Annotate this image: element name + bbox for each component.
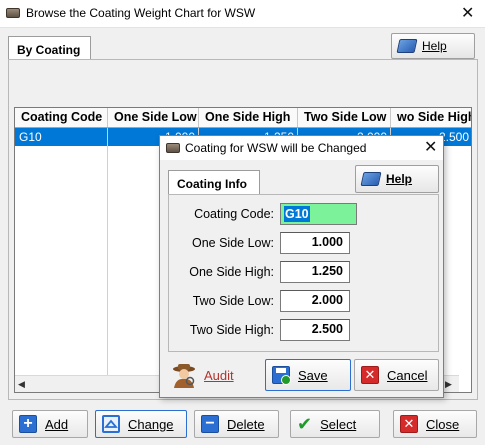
save-icon bbox=[272, 366, 291, 385]
scroll-right-icon[interactable]: ▶ bbox=[445, 379, 452, 390]
dialog-title-bar: Coating for WSW will be Changed ✕ bbox=[160, 136, 443, 160]
audit-button[interactable]: Audit bbox=[170, 360, 260, 390]
main-title-bar: Browse the Coating Weight Chart for WSW … bbox=[0, 0, 485, 28]
help-button[interactable]: Help bbox=[391, 33, 475, 59]
help-label: Help bbox=[422, 39, 447, 53]
add-label: Add bbox=[45, 416, 69, 432]
column-header[interactable]: One Side Low bbox=[108, 108, 199, 127]
checkmark-icon: ✔ bbox=[297, 414, 313, 434]
coating-dialog: Coating for WSW will be Changed ✕ Coatin… bbox=[159, 135, 444, 398]
delete-label: Delete bbox=[227, 416, 265, 432]
tab-coating-info[interactable]: Coating Info bbox=[168, 170, 260, 195]
select-label: Select bbox=[320, 416, 357, 432]
minus-icon: − bbox=[201, 415, 219, 433]
detective-icon bbox=[173, 364, 195, 388]
audit-label: Audit bbox=[204, 367, 234, 383]
save-button[interactable]: Save bbox=[265, 359, 351, 391]
scroll-left-icon[interactable]: ◀ bbox=[18, 379, 25, 390]
select-button[interactable]: ✔ Select bbox=[290, 410, 380, 438]
change-label: Change bbox=[128, 416, 174, 432]
one-side-high-field[interactable]: 1.250 bbox=[280, 261, 350, 283]
one-side-low-label: One Side Low: bbox=[192, 236, 274, 250]
tab-by-coating[interactable]: By Coating bbox=[8, 36, 91, 60]
app-icon bbox=[6, 8, 20, 18]
column-header[interactable]: wo Side High bbox=[391, 108, 471, 127]
column-header[interactable]: One Side High bbox=[199, 108, 298, 127]
grid-header: Coating Code One Side Low One Side High … bbox=[15, 108, 471, 128]
help-label: Help bbox=[386, 172, 413, 186]
add-button[interactable]: + Add bbox=[12, 410, 88, 438]
coating-code-value: G10 bbox=[284, 206, 310, 222]
column-header[interactable]: Two Side Low bbox=[298, 108, 391, 127]
plus-icon: + bbox=[19, 415, 37, 433]
cancel-button[interactable]: ✕ Cancel bbox=[354, 359, 439, 391]
coating-code-field[interactable]: G10 bbox=[280, 203, 357, 225]
one-side-low-field[interactable]: 1.000 bbox=[280, 232, 350, 254]
two-side-high-field[interactable]: 2.500 bbox=[280, 319, 350, 341]
x-icon: ✕ bbox=[400, 415, 418, 433]
close-label: Close bbox=[426, 416, 460, 432]
x-icon: ✕ bbox=[361, 366, 379, 384]
table-cell: G10 bbox=[19, 130, 42, 144]
two-side-high-label: Two Side High: bbox=[189, 323, 274, 337]
delete-button[interactable]: − Delete bbox=[194, 410, 279, 438]
triangle-up-icon bbox=[102, 415, 120, 433]
close-button[interactable]: ✕ Close bbox=[393, 410, 477, 438]
window-title: Browse the Coating Weight Chart for WSW bbox=[26, 6, 256, 20]
dialog-close-button[interactable]: ✕ bbox=[424, 140, 437, 156]
dialog-help-button[interactable]: Help bbox=[355, 165, 439, 193]
change-button[interactable]: Change bbox=[95, 410, 187, 438]
coating-code-label: Coating Code: bbox=[194, 207, 274, 221]
column-header[interactable]: Coating Code bbox=[15, 108, 108, 127]
help-book-icon bbox=[360, 172, 382, 186]
two-side-low-field[interactable]: 2.000 bbox=[280, 290, 350, 312]
one-side-high-label: One Side High: bbox=[189, 265, 274, 279]
app-icon bbox=[166, 143, 180, 153]
help-book-icon bbox=[396, 39, 418, 53]
column-divider bbox=[107, 128, 108, 375]
cancel-label: Cancel bbox=[387, 367, 428, 383]
dialog-title: Coating for WSW will be Changed bbox=[185, 141, 367, 155]
save-label: Save bbox=[298, 367, 328, 383]
two-side-low-label: Two Side Low: bbox=[192, 294, 274, 308]
window-close-button[interactable]: ✕ bbox=[461, 6, 474, 22]
